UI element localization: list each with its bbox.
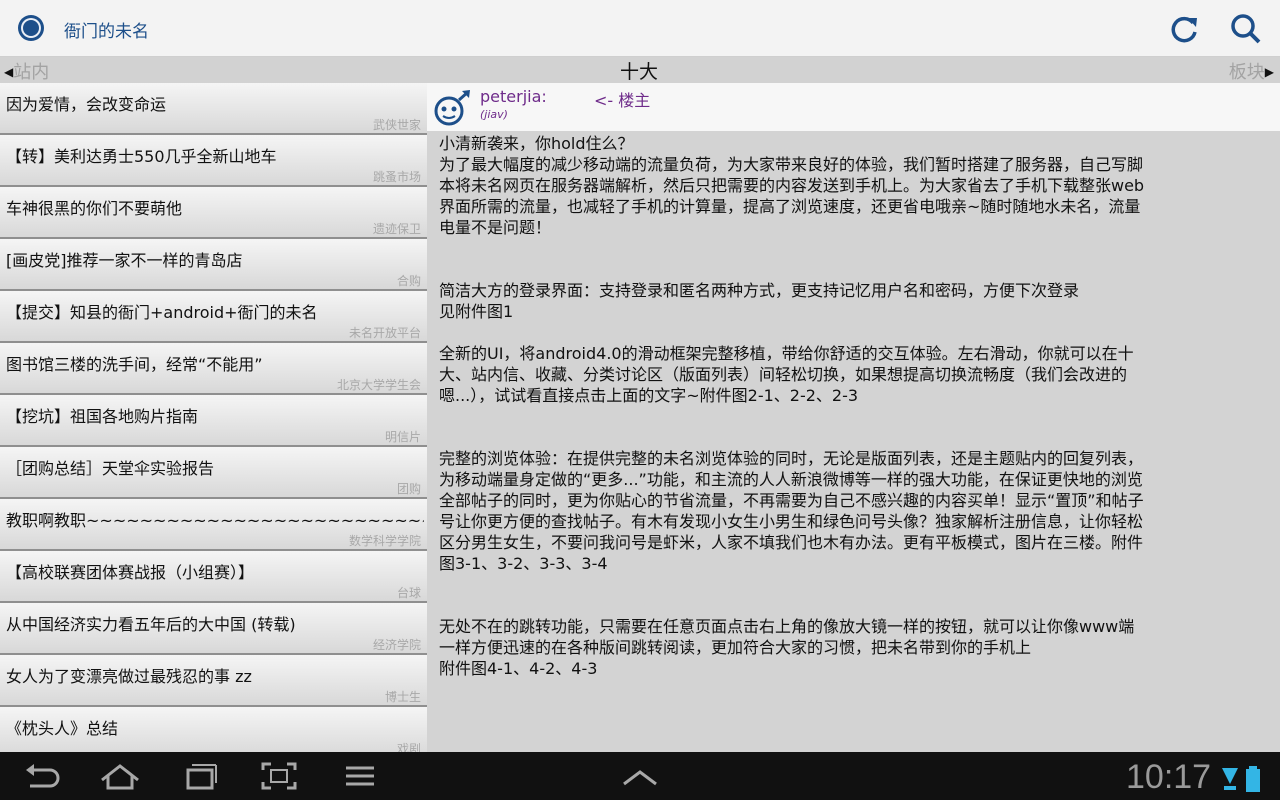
clock: 10:17 bbox=[1126, 758, 1212, 796]
author-name[interactable]: peterjia: bbox=[480, 87, 547, 106]
topic-title: 女人为了变漂亮做过最残忍的事 zz bbox=[6, 667, 252, 686]
topic-row[interactable]: 【挖坑】祖国各地购片指南明信片 bbox=[0, 395, 427, 447]
post-text: 小清新袭来，你hold住么？ 为了最大幅度的减少移动端的流量负荷，为大家带来良好… bbox=[439, 134, 1145, 678]
home-icon[interactable] bbox=[98, 758, 142, 794]
back-icon[interactable] bbox=[20, 758, 64, 794]
topic-title: 【高校联赛团体赛战报（小组赛）】 bbox=[6, 563, 255, 582]
app-logo-icon[interactable] bbox=[17, 14, 45, 42]
topic-row[interactable]: [画皮党]推荐一家不一样的青岛店合购 bbox=[0, 239, 427, 291]
topic-board: 未名开放平台 bbox=[348, 326, 421, 340]
topic-title: 因为爱情，会改变命运 bbox=[6, 95, 167, 114]
refresh-icon[interactable] bbox=[1164, 10, 1204, 48]
author-nickname: (jiav) bbox=[480, 108, 508, 121]
topic-row[interactable]: 【高校联赛团体赛战报（小组赛）】台球 bbox=[0, 551, 427, 603]
topic-row[interactable]: 因为爱情，会改变命运武侠世家 bbox=[0, 83, 427, 135]
topic-board: 台球 bbox=[396, 586, 421, 600]
post-content[interactable]: 小清新袭来，你hold住么？ 为了最大幅度的减少移动端的流量负荷，为大家带来良好… bbox=[427, 131, 1280, 752]
menu-icon[interactable] bbox=[338, 758, 382, 794]
topic-title: 【提交】知县的衙门+android+衙门的未名 bbox=[6, 303, 318, 322]
app-title: 衙门的未名 bbox=[64, 22, 149, 42]
topic-board: 北京大学学生会 bbox=[336, 378, 421, 392]
tab-next[interactable]: 板块▶ bbox=[1229, 58, 1274, 84]
topic-title: 图书馆三楼的洗手间，经常“不能用” bbox=[6, 355, 263, 374]
topic-row[interactable]: 从中国经济实力看五年后的大中国 (转载) 经济学院 bbox=[0, 603, 427, 655]
search-icon[interactable] bbox=[1226, 10, 1266, 48]
recent-apps-icon[interactable] bbox=[178, 758, 222, 794]
tab-current: 十大 bbox=[620, 61, 659, 83]
topic-row[interactable]: 【提交】知县的衙门+android+衙门的未名未名开放平台 bbox=[0, 291, 427, 343]
topic-title: 【转】美利达勇士550几乎全新山地车 bbox=[6, 147, 277, 166]
topic-title: 车神很黑的你们不要萌他 bbox=[6, 199, 183, 218]
topic-board: 团购 bbox=[396, 482, 421, 496]
topic-row[interactable]: 教职啊教职~~~~~~~~~~~~~~~~~~~~~~~~~~~~~~~~~~~… bbox=[0, 499, 427, 551]
arrow-left-icon: ◀ bbox=[4, 65, 14, 79]
topic-title: ［团购总结］天堂伞实验报告 bbox=[6, 459, 215, 478]
male-avatar-icon[interactable] bbox=[431, 89, 473, 127]
topic-title: 《枕头人》总结 bbox=[6, 719, 119, 738]
author-tag: <- 楼主 bbox=[594, 91, 651, 110]
topic-row[interactable]: 女人为了变漂亮做过最残忍的事 zz 博士生 bbox=[0, 655, 427, 707]
wifi-battery-icon[interactable] bbox=[1220, 764, 1264, 794]
tab-prev[interactable]: ◀站内 bbox=[4, 58, 49, 84]
topic-board: 数学科学学院 bbox=[348, 534, 421, 548]
topic-row[interactable]: 【转】美利达勇士550几乎全新山地车跳蚤市场 bbox=[0, 135, 427, 187]
topic-row[interactable]: 图书馆三楼的洗手间，经常“不能用” 北京大学学生会 bbox=[0, 343, 427, 395]
system-nav-bar: 10:17 bbox=[0, 752, 1280, 800]
expand-up-icon[interactable] bbox=[618, 758, 662, 794]
topic-title: [画皮党]推荐一家不一样的青岛店 bbox=[6, 251, 243, 270]
topic-board: 遗迹保卫 bbox=[372, 222, 421, 236]
screenshot-icon[interactable] bbox=[257, 758, 301, 794]
topic-board: 合购 bbox=[396, 274, 421, 288]
topic-row[interactable]: ［团购总结］天堂伞实验报告团购 bbox=[0, 447, 427, 499]
topic-board: 经济学院 bbox=[372, 638, 421, 652]
action-bar: 衙门的未名 bbox=[0, 0, 1280, 57]
topic-title: 从中国经济实力看五年后的大中国 (转载) bbox=[6, 615, 296, 634]
topic-title: 教职啊教职~~~~~~~~~~~~~~~~~~~~~~~~~~~~~~~~~~~ bbox=[6, 511, 424, 530]
topic-list[interactable]: 因为爱情，会改变命运武侠世家 【转】美利达勇士550几乎全新山地车跳蚤市场 车神… bbox=[0, 83, 427, 752]
post-author-header: peterjia: <- 楼主 (jiav) bbox=[427, 83, 1280, 131]
tab-indicator-bar: ◀站内 十大 板块▶ bbox=[0, 57, 1280, 83]
topic-title: 【挖坑】祖国各地购片指南 bbox=[6, 407, 199, 426]
topic-row[interactable]: 《枕头人》总结戏剧 bbox=[0, 707, 427, 752]
arrow-right-icon: ▶ bbox=[1264, 65, 1274, 79]
topic-board: 博士生 bbox=[384, 690, 421, 704]
topic-board: 跳蚤市场 bbox=[372, 170, 421, 184]
topic-board: 明信片 bbox=[384, 430, 421, 444]
topic-board: 武侠世家 bbox=[372, 118, 421, 132]
topic-board: 戏剧 bbox=[396, 742, 421, 752]
topic-row[interactable]: 车神很黑的你们不要萌他遗迹保卫 bbox=[0, 187, 427, 239]
